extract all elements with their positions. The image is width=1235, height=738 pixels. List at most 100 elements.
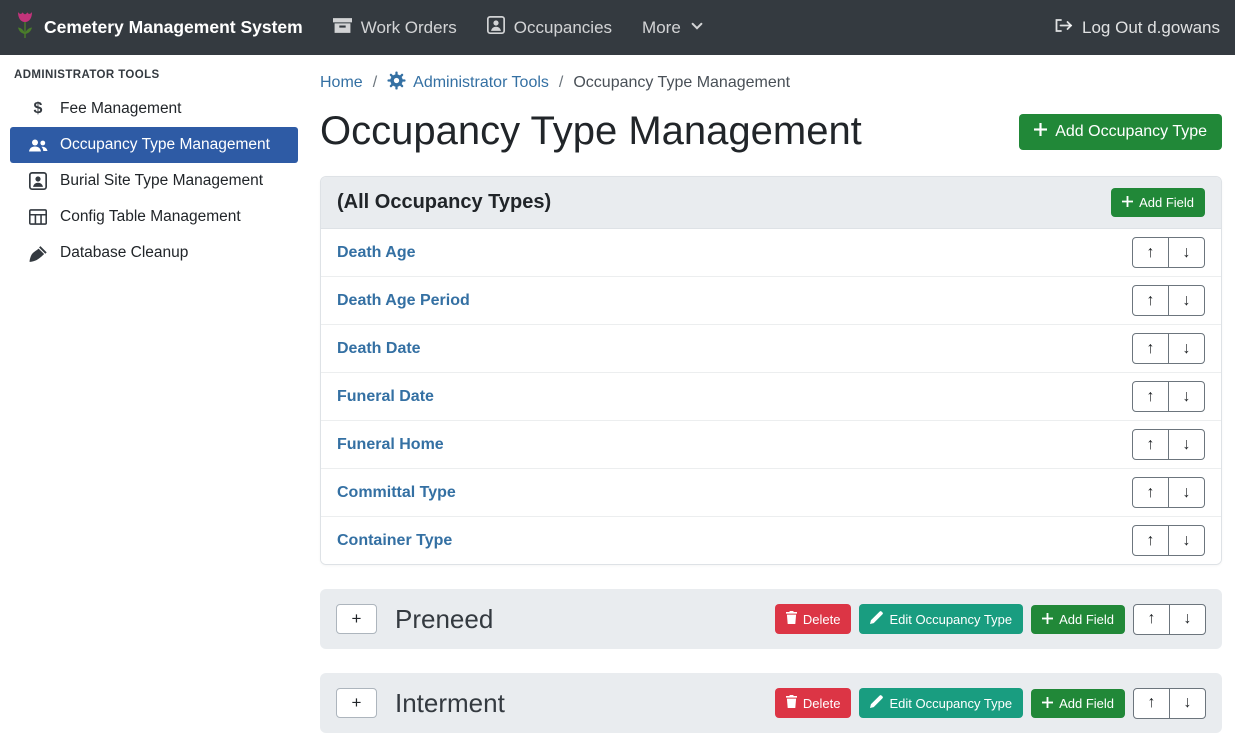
gear-icon — [387, 71, 406, 95]
occupancy-type-section-preneed: + Preneed Delete Edit Occupancy Type — [320, 589, 1222, 649]
section-actions: Delete Edit Occupancy Type Add Field ↑ — [775, 688, 1206, 719]
sidebar-item-database-cleanup[interactable]: Database Cleanup — [10, 235, 298, 271]
pencil-icon — [870, 695, 883, 711]
add-field-label: Add Field — [1059, 696, 1114, 711]
add-field-button[interactable]: Add Field — [1111, 188, 1205, 217]
expand-button[interactable]: + — [336, 604, 377, 634]
move-down-button[interactable]: ↓ — [1168, 477, 1205, 508]
edit-occupancy-type-label: Edit Occupancy Type — [889, 612, 1012, 627]
move-up-button[interactable]: ↑ — [1132, 237, 1169, 268]
sidebar-item-label: Fee Management — [60, 100, 182, 118]
field-link[interactable]: Container Type — [337, 532, 452, 550]
sidebar-item-label: Occupancy Type Management — [60, 136, 270, 154]
field-link[interactable]: Death Age — [337, 244, 416, 262]
person-frame-icon — [487, 16, 505, 39]
breadcrumb-separator: / — [559, 74, 563, 92]
field-link[interactable]: Funeral Home — [337, 436, 444, 454]
tulip-icon — [15, 10, 35, 45]
section-title: Preneed — [395, 604, 493, 635]
move-up-button[interactable]: ↑ — [1132, 477, 1169, 508]
delete-button[interactable]: Delete — [775, 688, 852, 718]
all-occupancy-types-card: (All Occupancy Types) Add Field Death Ag… — [320, 176, 1222, 565]
add-occupancy-type-button[interactable]: Add Occupancy Type — [1019, 114, 1222, 150]
field-link[interactable]: Death Age Period — [337, 292, 470, 310]
field-row: Funeral Date ↑ ↓ — [321, 372, 1221, 420]
plus-icon — [1122, 195, 1133, 210]
all-occupancy-types-header: (All Occupancy Types) Add Field — [321, 177, 1221, 229]
move-up-button[interactable]: ↑ — [1132, 381, 1169, 412]
reorder-buttons: ↑ ↓ — [1133, 604, 1206, 635]
move-down-button[interactable]: ↓ — [1168, 525, 1205, 556]
breadcrumb-admin-tools-label: Administrator Tools — [413, 74, 549, 92]
breadcrumb-admin-tools-link[interactable]: Administrator Tools — [387, 71, 549, 95]
sidebar-item-occupancy-type-management[interactable]: Occupancy Type Management — [10, 127, 298, 163]
sidebar-item-burial-site-type-management[interactable]: Burial Site Type Management — [10, 163, 298, 199]
move-up-button[interactable]: ↑ — [1132, 429, 1169, 460]
occupancy-type-section-interment: + Interment Delete Edit Occupancy Type — [320, 673, 1222, 733]
nav-more[interactable]: More — [642, 18, 704, 38]
move-up-button[interactable]: ↑ — [1132, 525, 1169, 556]
move-down-button[interactable]: ↓ — [1168, 237, 1205, 268]
breadcrumb: Home / Administrator Tool — [320, 71, 1222, 95]
move-up-button[interactable]: ↑ — [1133, 604, 1170, 635]
app-brand[interactable]: Cemetery Management System — [15, 10, 303, 45]
field-link[interactable]: Committal Type — [337, 484, 456, 502]
breadcrumb-separator: / — [373, 74, 377, 92]
breadcrumb-current: Occupancy Type Management — [573, 74, 790, 92]
move-down-button[interactable]: ↓ — [1169, 688, 1206, 719]
logout-button[interactable]: Log Out d.gowans — [1053, 17, 1220, 39]
add-field-button[interactable]: Add Field — [1031, 605, 1125, 634]
reorder-buttons: ↑ ↓ — [1132, 525, 1205, 556]
delete-label: Delete — [803, 696, 841, 711]
reorder-buttons: ↑ ↓ — [1132, 381, 1205, 412]
box-archive-icon — [333, 17, 352, 39]
section-title: Interment — [395, 688, 505, 719]
nav-work-orders[interactable]: Work Orders — [333, 17, 457, 39]
top-navbar: Cemetery Management System Work Orders O… — [0, 0, 1235, 55]
move-down-button[interactable]: ↓ — [1168, 285, 1205, 316]
edit-occupancy-type-button[interactable]: Edit Occupancy Type — [859, 604, 1023, 634]
add-field-button[interactable]: Add Field — [1031, 689, 1125, 718]
delete-button[interactable]: Delete — [775, 604, 852, 634]
move-down-button[interactable]: ↓ — [1168, 381, 1205, 412]
sidebar: ADMINISTRATOR TOOLS $ Fee Management Occ… — [0, 55, 308, 738]
field-link[interactable]: Funeral Date — [337, 388, 434, 406]
brand-title: Cemetery Management System — [44, 17, 303, 38]
people-icon — [26, 138, 50, 153]
field-link[interactable]: Death Date — [337, 340, 421, 358]
move-up-button[interactable]: ↑ — [1132, 333, 1169, 364]
table-icon — [26, 209, 50, 225]
logout-icon — [1053, 17, 1073, 39]
move-down-button[interactable]: ↓ — [1168, 333, 1205, 364]
sidebar-item-config-table-management[interactable]: Config Table Management — [10, 199, 298, 235]
reorder-buttons: ↑ ↓ — [1132, 333, 1205, 364]
dollar-icon: $ — [26, 100, 50, 118]
sidebar-item-label: Burial Site Type Management — [60, 172, 263, 190]
sidebar-item-label: Config Table Management — [60, 208, 241, 226]
sidebar-item-fee-management[interactable]: $ Fee Management — [10, 91, 298, 127]
page-title: Occupancy Type Management — [320, 109, 862, 154]
field-row: Funeral Home ↑ ↓ — [321, 420, 1221, 468]
plus-icon — [1042, 612, 1053, 627]
delete-label: Delete — [803, 612, 841, 627]
trash-icon — [786, 695, 797, 711]
add-field-label: Add Field — [1059, 612, 1114, 627]
nav-occupancies-label: Occupancies — [514, 18, 612, 38]
nav-occupancies[interactable]: Occupancies — [487, 16, 612, 39]
broom-icon — [26, 245, 50, 262]
field-row: Death Date ↑ ↓ — [321, 324, 1221, 372]
field-row: Death Age Period ↑ ↓ — [321, 276, 1221, 324]
chevron-down-icon — [690, 18, 704, 38]
sidebar-item-label: Database Cleanup — [60, 244, 188, 262]
move-down-button[interactable]: ↓ — [1168, 429, 1205, 460]
move-up-button[interactable]: ↑ — [1132, 285, 1169, 316]
edit-occupancy-type-button[interactable]: Edit Occupancy Type — [859, 688, 1023, 718]
move-up-button[interactable]: ↑ — [1133, 688, 1170, 719]
person-frame-icon — [26, 172, 50, 190]
expand-button[interactable]: + — [336, 688, 377, 718]
section-actions: Delete Edit Occupancy Type Add Field ↑ — [775, 604, 1206, 635]
breadcrumb-home-link[interactable]: Home — [320, 74, 363, 92]
pencil-icon — [870, 611, 883, 627]
move-down-button[interactable]: ↓ — [1169, 604, 1206, 635]
reorder-buttons: ↑ ↓ — [1133, 688, 1206, 719]
